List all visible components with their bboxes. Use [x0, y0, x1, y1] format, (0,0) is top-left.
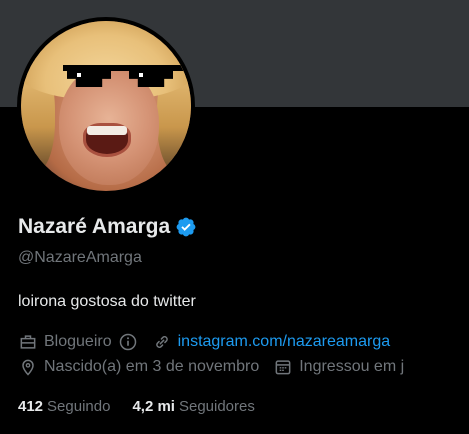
- website-link[interactable]: instagram.com/nazareamarga: [178, 333, 391, 351]
- display-name: Nazaré Amarga: [18, 215, 171, 238]
- calendar-icon: [275, 360, 291, 375]
- birthday-item: Nascido(a) em 3 de novembro: [18, 357, 259, 377]
- category-item: Blogueiro: [18, 332, 138, 352]
- name-row: Nazaré Amarga: [18, 215, 197, 239]
- birthday-label: Nascido(a) em 3 de novembro: [44, 358, 260, 375]
- user-handle: @NazareAmarga: [18, 249, 142, 266]
- following-count: 412: [18, 398, 44, 415]
- briefcase-icon: [20, 335, 36, 349]
- avatar-image: [21, 21, 191, 191]
- verified-badge-icon[interactable]: [175, 216, 197, 238]
- following-link[interactable]: 412 Seguindo: [18, 398, 110, 415]
- follow-stats: 412 Seguindo 4,2 mi Seguidores: [18, 398, 277, 415]
- website-item[interactable]: instagram.com/nazareamarga: [152, 332, 391, 352]
- profile-avatar[interactable]: [17, 17, 195, 195]
- location-pin-icon: [22, 359, 34, 376]
- followers-link[interactable]: 4,2 mi Seguidores: [132, 398, 254, 415]
- pixel-sunglasses: [63, 65, 185, 89]
- info-icon[interactable]: [118, 332, 138, 352]
- joined-label: Ingressou em j: [299, 358, 405, 375]
- following-label: Seguindo: [47, 398, 111, 415]
- link-icon: [155, 336, 168, 348]
- followers-label: Seguidores: [178, 398, 255, 415]
- followers-count: 4,2 mi: [132, 398, 175, 415]
- category-label: Blogueiro: [44, 333, 112, 350]
- profile-bio: loirona gostosa do twitter: [18, 293, 196, 310]
- joined-item: Ingressou em j: [273, 357, 404, 377]
- profile-meta-row-2: Nascido(a) em 3 de novembro Ingressou em…: [18, 357, 418, 377]
- profile-meta-row-1: Blogueiro instagram.com/nazareamarga: [18, 332, 404, 352]
